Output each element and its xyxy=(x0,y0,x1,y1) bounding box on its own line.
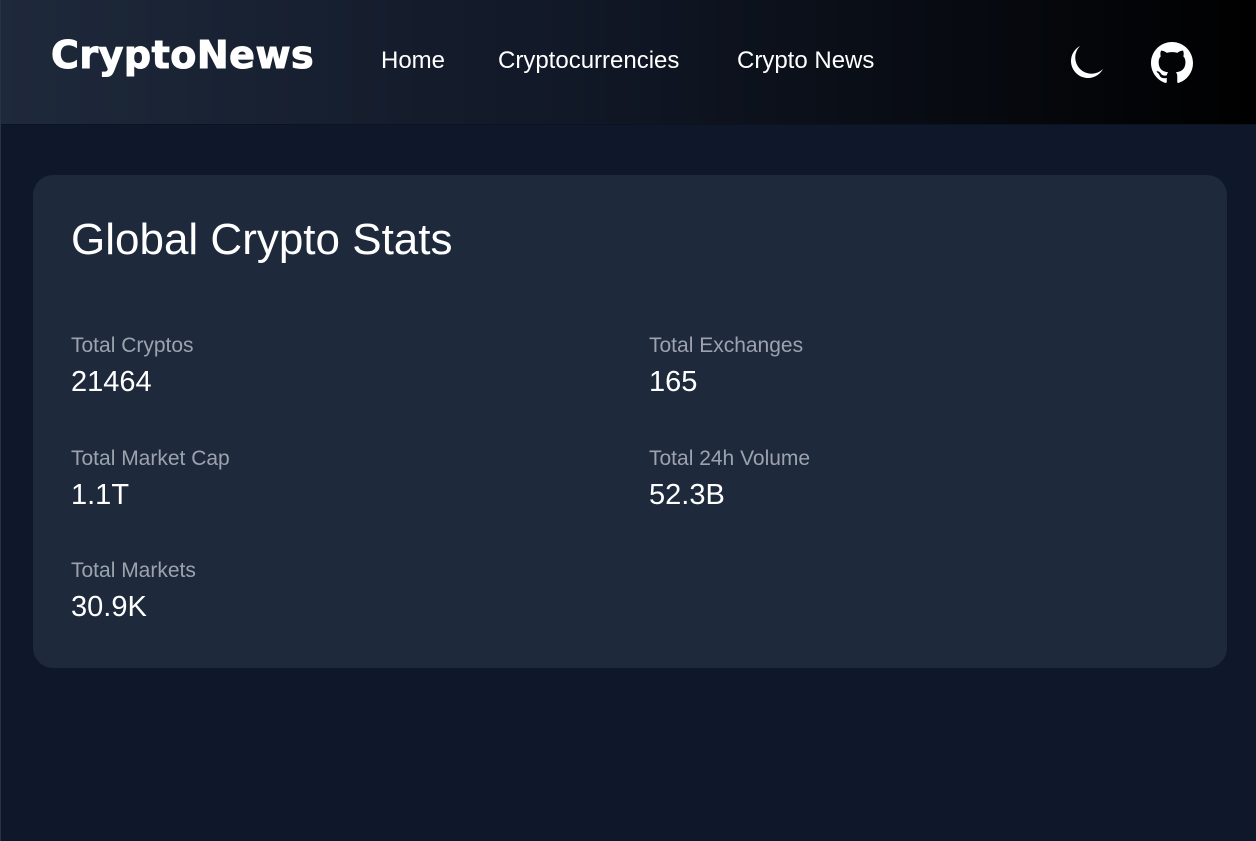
nav-link-cryptocurrencies[interactable]: Cryptocurrencies xyxy=(498,47,679,74)
github-icon[interactable] xyxy=(1151,42,1193,84)
stat-label: Total Market Cap xyxy=(71,447,230,470)
stat-label: Total Cryptos xyxy=(71,334,194,357)
stat-total-market-cap: Total Market Cap 1.1T xyxy=(71,446,591,512)
moon-icon[interactable] xyxy=(1063,42,1105,84)
nav-link-home[interactable]: Home xyxy=(381,47,445,74)
nav-link-crypto-news[interactable]: Crypto News xyxy=(737,47,874,74)
stat-value: 30.9K xyxy=(71,591,147,624)
stat-label: Total 24h Volume xyxy=(649,447,811,470)
global-stats-card: Global Crypto Stats Total Cryptos 21464 … xyxy=(33,175,1227,668)
stat-value: 1.1T xyxy=(71,479,130,512)
stat-total-markets: Total Markets 30.9K xyxy=(71,558,591,624)
navbar: CryptoNews Home Cryptocurrencies Crypto … xyxy=(1,0,1256,125)
stat-total-exchanges: Total Exchanges 165 xyxy=(649,333,1169,399)
stat-value: 52.3B xyxy=(649,479,725,512)
stat-label: Total Exchanges xyxy=(649,334,804,357)
brand-logo[interactable]: CryptoNews xyxy=(50,36,314,75)
stat-label: Total Markets xyxy=(71,559,196,582)
stat-total-24h-volume: Total 24h Volume 52.3B xyxy=(649,446,1169,512)
stat-value: 165 xyxy=(649,366,698,399)
page-title: Global Crypto Stats xyxy=(71,215,453,264)
stat-value: 21464 xyxy=(71,366,152,399)
stat-total-cryptos: Total Cryptos 21464 xyxy=(71,333,591,399)
